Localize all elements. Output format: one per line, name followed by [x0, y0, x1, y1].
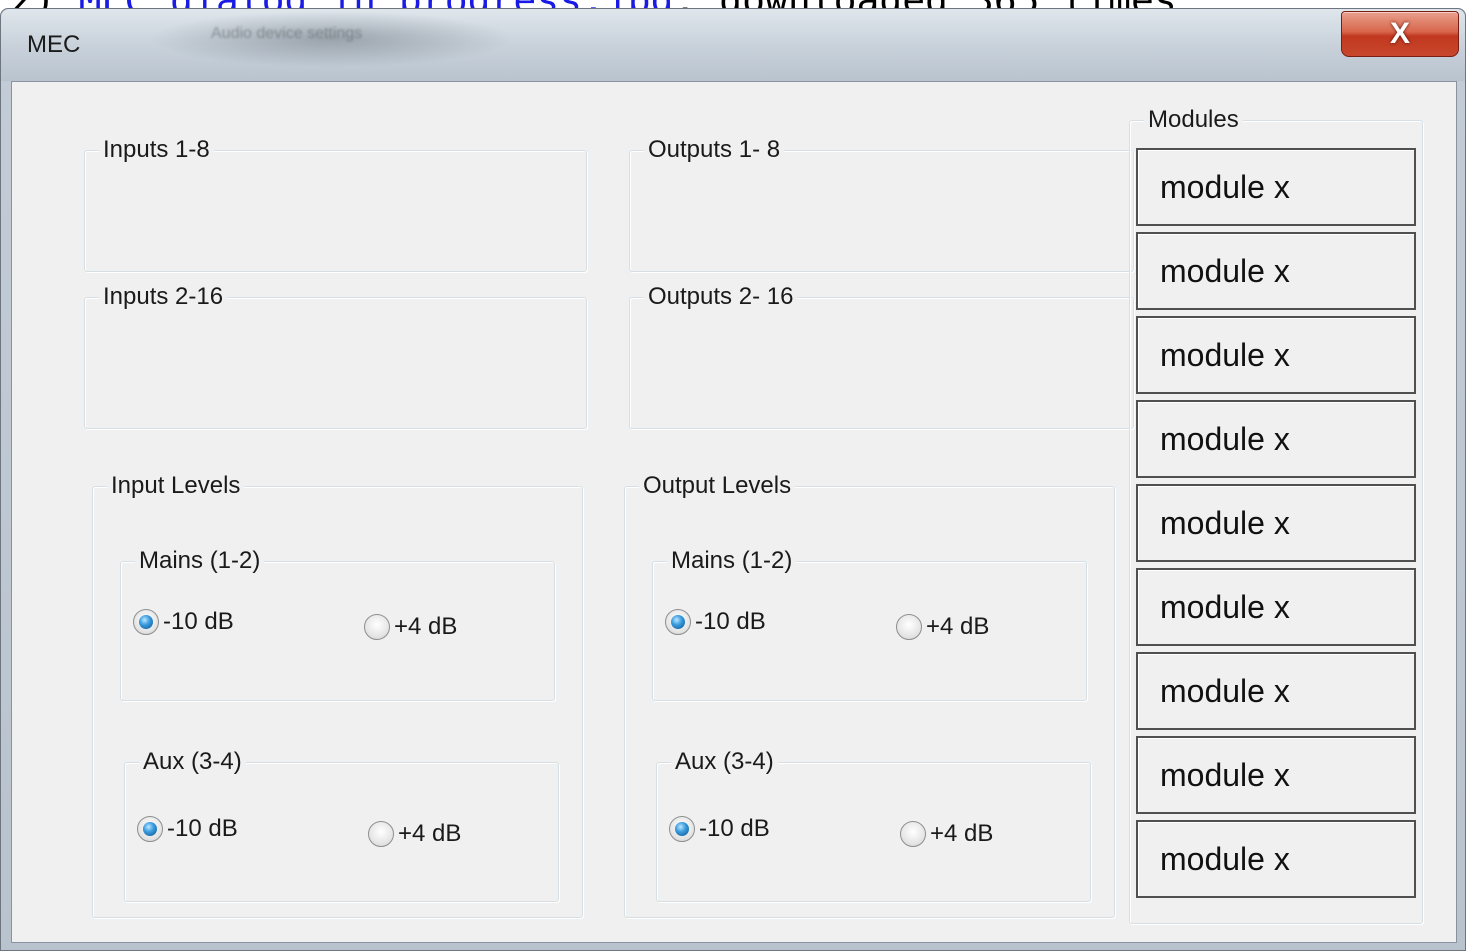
inputs-1-8-label: Inputs 1-8 — [99, 136, 214, 164]
dialog-client-area: Inputs 1-8 Inputs 2-16 Outputs 1- 8 Outp… — [11, 81, 1457, 943]
mec-dialog-window: MEC Audio device settings X Inputs 1-8 I… — [0, 8, 1466, 951]
input-mains-label: Mains (1-2) — [135, 547, 265, 575]
outputs-2-16-label: Outputs 2- 16 — [644, 283, 798, 311]
module-button-1[interactable]: module x — [1136, 148, 1416, 226]
radio-unselected-icon — [900, 821, 926, 847]
background-window-title: Audio device settings — [211, 25, 363, 42]
output-aux-group: Aux (3-4) -10 dB +4 dB — [656, 748, 1091, 902]
output-aux-label: Aux (3-4) — [671, 748, 778, 776]
radio-selected-icon — [137, 816, 163, 842]
output-mains-group: Mains (1-2) -10 dB +4 dB — [652, 547, 1087, 701]
output-mains-plus4-radio[interactable]: +4 dB — [896, 613, 989, 641]
input-aux-minus10-radio[interactable]: -10 dB — [137, 815, 238, 843]
output-aux-plus4-label: +4 dB — [930, 820, 994, 847]
input-aux-minus10-label: -10 dB — [167, 815, 238, 842]
inputs-2-16-group: Inputs 2-16 — [84, 283, 587, 429]
radio-selected-icon — [665, 609, 691, 635]
input-mains-plus4-label: +4 dB — [394, 613, 458, 640]
output-aux-minus10-label: -10 dB — [699, 815, 770, 842]
input-aux-plus4-label: +4 dB — [398, 820, 462, 847]
modules-label: Modules — [1144, 106, 1243, 134]
input-aux-group: Aux (3-4) -10 dB +4 dB — [124, 748, 559, 902]
outputs-2-16-group: Outputs 2- 16 — [629, 283, 1134, 429]
outputs-1-8-label: Outputs 1- 8 — [644, 136, 785, 164]
outputs-1-8-group: Outputs 1- 8 — [629, 136, 1134, 272]
module-button-4[interactable]: module x — [1136, 400, 1416, 478]
radio-unselected-icon — [364, 614, 390, 640]
input-mains-minus10-label: -10 dB — [163, 608, 234, 635]
module-button-2[interactable]: module x — [1136, 232, 1416, 310]
output-mains-label: Mains (1-2) — [667, 547, 797, 575]
input-levels-group: Input Levels Mains (1-2) -10 dB +4 dB Au… — [92, 472, 583, 918]
radio-selected-icon — [133, 609, 159, 635]
output-aux-plus4-radio[interactable]: +4 dB — [900, 820, 993, 848]
title-bar[interactable]: MEC Audio device settings X — [1, 9, 1465, 81]
module-button-7[interactable]: module x — [1136, 652, 1416, 730]
radio-unselected-icon — [368, 821, 394, 847]
module-button-9[interactable]: module x — [1136, 820, 1416, 898]
output-mains-minus10-label: -10 dB — [695, 608, 766, 635]
input-mains-minus10-radio[interactable]: -10 dB — [133, 608, 234, 636]
output-aux-minus10-radio[interactable]: -10 dB — [669, 815, 770, 843]
module-button-3[interactable]: module x — [1136, 316, 1416, 394]
radio-unselected-icon — [896, 614, 922, 640]
input-levels-label: Input Levels — [107, 472, 245, 500]
radio-selected-icon — [669, 816, 695, 842]
close-button[interactable]: X — [1341, 11, 1459, 57]
output-levels-group: Output Levels Mains (1-2) -10 dB +4 dB A… — [624, 472, 1115, 918]
input-mains-group: Mains (1-2) -10 dB +4 dB — [120, 547, 555, 701]
output-mains-minus10-radio[interactable]: -10 dB — [665, 608, 766, 636]
module-button-6[interactable]: module x — [1136, 568, 1416, 646]
window-title: MEC — [27, 31, 81, 58]
module-button-5[interactable]: module x — [1136, 484, 1416, 562]
close-icon: X — [1389, 17, 1410, 50]
output-levels-label: Output Levels — [639, 472, 796, 500]
input-aux-plus4-radio[interactable]: +4 dB — [368, 820, 461, 848]
output-mains-plus4-label: +4 dB — [926, 613, 990, 640]
inputs-2-16-label: Inputs 2-16 — [99, 283, 228, 311]
module-button-8[interactable]: module x — [1136, 736, 1416, 814]
inputs-1-8-group: Inputs 1-8 — [84, 136, 587, 272]
input-mains-plus4-radio[interactable]: +4 dB — [364, 613, 457, 641]
input-aux-label: Aux (3-4) — [139, 748, 246, 776]
